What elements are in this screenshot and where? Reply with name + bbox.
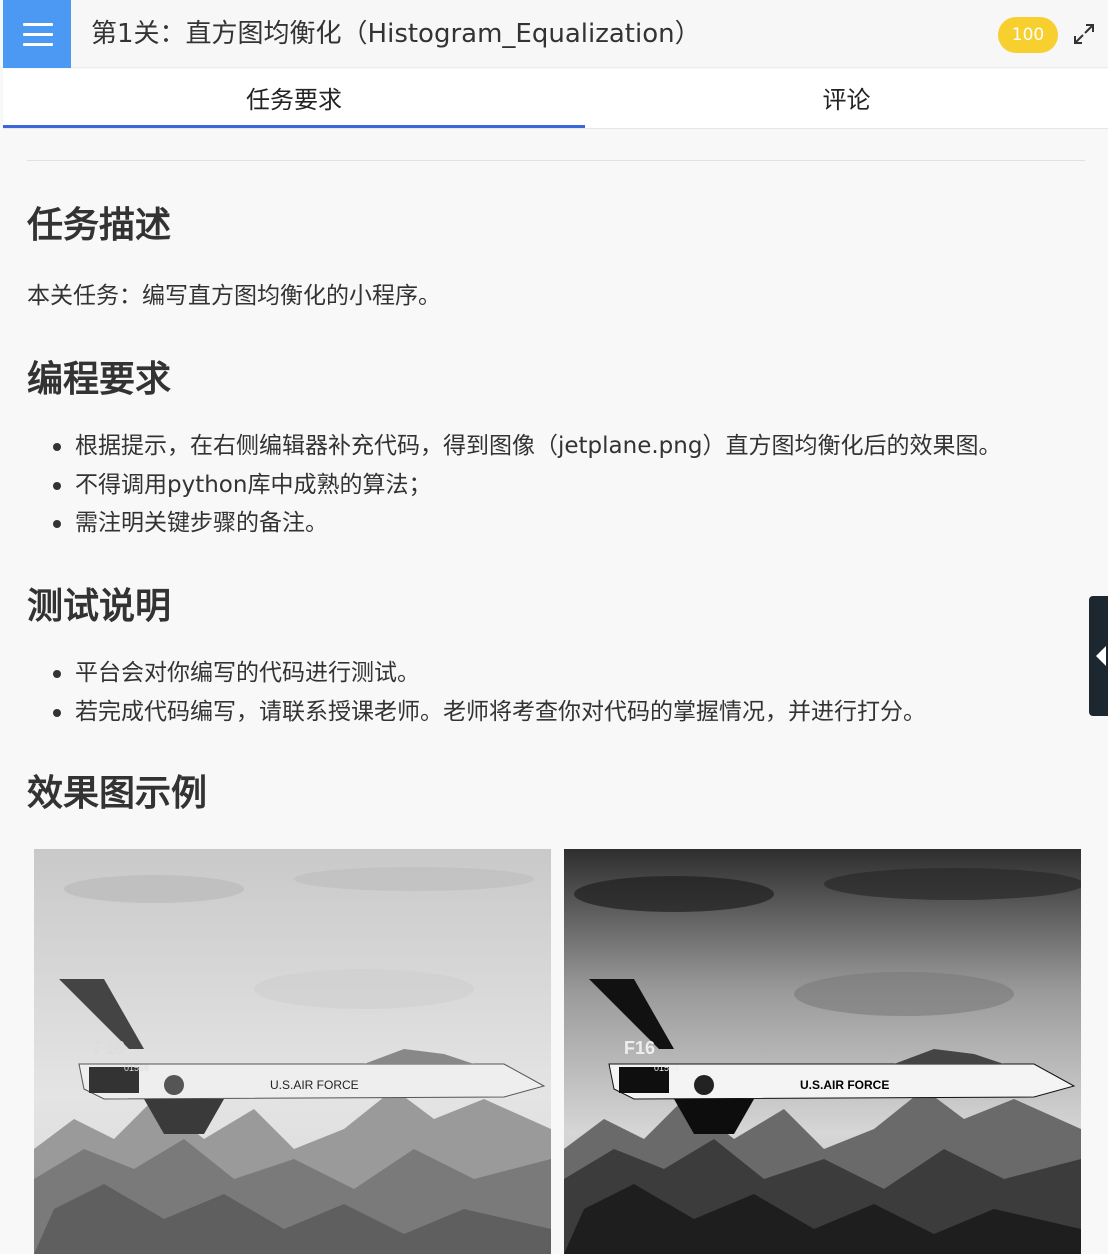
tab-task-requirements[interactable]: 任务要求 xyxy=(3,69,585,129)
requirements-list: 根据提示，在右侧编辑器补充代码，得到图像（jetplane.png）直方图均衡化… xyxy=(27,427,1001,543)
section-heading-task-description: 任务描述 xyxy=(27,205,172,246)
serial-marking-text: 01568 xyxy=(124,1063,149,1073)
side-panel-toggle[interactable] xyxy=(1089,596,1108,716)
collapse-arrow-left-icon xyxy=(1096,646,1106,666)
aircraft-marking-text: U.S.AIR FORCE xyxy=(800,1078,889,1092)
serial-marking-text: 01568 xyxy=(654,1063,679,1073)
original-jetplane-image: U.S.AIR FORCE F16 01568 xyxy=(34,849,551,1254)
hamburger-menu-icon xyxy=(23,23,53,26)
equalized-jetplane-image: U.S.AIR FORCE F16 01568 xyxy=(564,849,1081,1254)
task-description-text: 本关任务：编写直方图均衡化的小程序。 xyxy=(27,283,441,309)
aircraft-marking-text: U.S.AIR FORCE xyxy=(270,1078,359,1092)
content-divider xyxy=(27,160,1085,161)
list-item: 需注明关键步骤的备注。 xyxy=(27,504,1001,543)
tab-comments[interactable]: 评论 xyxy=(585,69,1108,129)
menu-button[interactable] xyxy=(3,0,71,68)
section-heading-example-results: 效果图示例 xyxy=(27,773,208,814)
tail-marking-text: F16 xyxy=(624,1038,655,1058)
section-heading-test-instructions: 测试说明 xyxy=(27,586,172,627)
score-badge: 100 xyxy=(998,17,1058,53)
tail-marking-text: F16 xyxy=(94,1038,125,1058)
list-item: 平台会对你编写的代码进行测试。 xyxy=(27,654,926,693)
hamburger-menu-icon-line xyxy=(23,43,53,46)
list-item: 若完成代码编写，请联系授课老师。老师将考查你对代码的掌握情况，并进行打分。 xyxy=(27,693,926,732)
tab-bar: 任务要求 评论 xyxy=(3,69,1108,129)
list-item: 不得调用python库中成熟的算法； xyxy=(27,466,1001,505)
page-title: 第1关：直方图均衡化（Histogram_Equalization） xyxy=(91,19,701,49)
top-header: 第1关：直方图均衡化（Histogram_Equalization） 100 xyxy=(0,0,1108,68)
hamburger-menu-icon-line xyxy=(23,33,53,36)
active-tab-indicator xyxy=(3,125,585,128)
list-item: 根据提示，在右侧编辑器补充代码，得到图像（jetplane.png）直方图均衡化… xyxy=(27,427,1001,466)
test-instructions-list: 平台会对你编写的代码进行测试。 若完成代码编写，请联系授课老师。老师将考查你对代… xyxy=(27,654,926,731)
fullscreen-expand-icon[interactable] xyxy=(1072,22,1096,46)
section-heading-programming-requirements: 编程要求 xyxy=(27,359,172,400)
